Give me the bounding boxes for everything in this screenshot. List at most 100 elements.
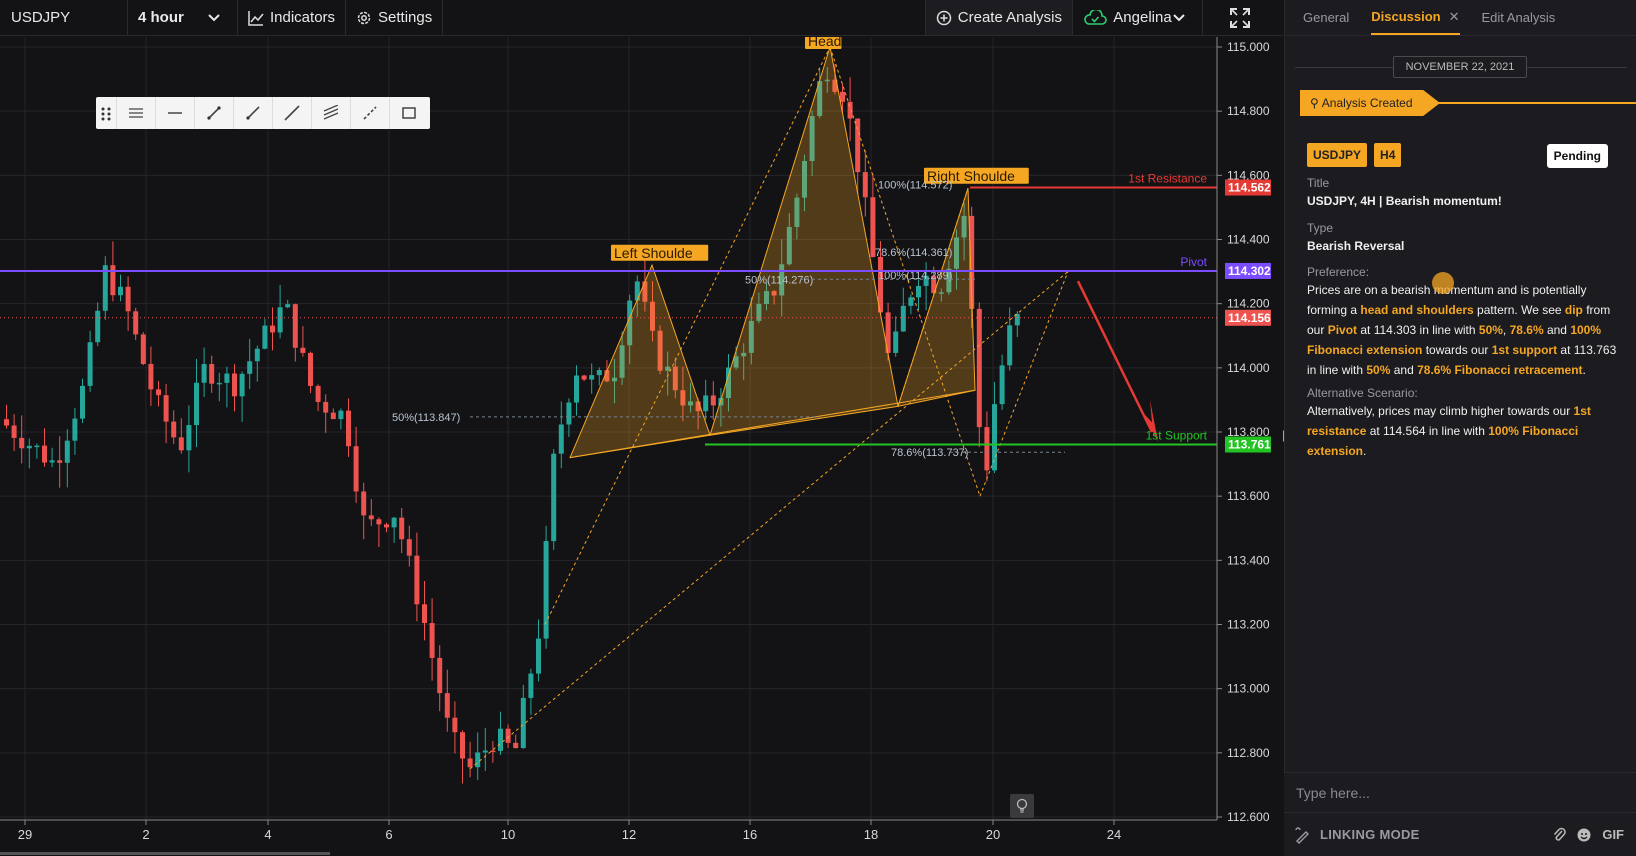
chart-scrollbar[interactable] <box>0 852 330 855</box>
text-run: at 114.564 in line with <box>1366 424 1489 438</box>
pattern-region[interactable] <box>709 46 899 436</box>
close-tab-icon[interactable]: ✕ <box>1449 9 1460 24</box>
indicators-button[interactable]: Indicators <box>238 0 347 35</box>
candle-body <box>308 352 313 386</box>
price-tick-label: 115.000 <box>1227 40 1270 54</box>
candle-body <box>277 307 283 333</box>
link-pen-icon <box>1295 826 1309 844</box>
symbol-selector[interactable]: USDJPY <box>0 0 128 35</box>
date-tick-label: 16 <box>743 827 757 842</box>
chat-input[interactable] <box>1284 773 1636 812</box>
chat-input-box[interactable] <box>1284 772 1636 812</box>
price-tick-label: 113.600 <box>1227 489 1270 503</box>
banner-line <box>1438 102 1636 104</box>
horizontal-line-tool[interactable] <box>155 97 194 129</box>
candle-body <box>171 421 177 438</box>
tab-general[interactable]: General <box>1303 10 1349 35</box>
candle-body <box>855 118 861 173</box>
date-separator: NOVEMBER 22, 2021 <box>1285 56 1636 78</box>
head-and-shoulders-pattern[interactable]: Left ShouldeHeadRight Shoulde50%(113.847… <box>392 37 1158 770</box>
create-analysis-button[interactable]: Create Analysis <box>925 0 1073 35</box>
candle-body <box>224 373 230 383</box>
support-level-label: 1st Support <box>1146 429 1208 443</box>
candle-body <box>148 363 154 390</box>
candle-body <box>710 395 716 406</box>
symbol-tag[interactable]: USDJPY <box>1307 143 1368 167</box>
pattern-region[interactable] <box>569 263 711 459</box>
trend-line-tool[interactable] <box>194 97 233 129</box>
emoji-icon[interactable] <box>1576 827 1592 843</box>
rectangle-tool[interactable] <box>389 97 428 129</box>
pattern-region[interactable] <box>897 188 976 407</box>
horizontal-line-icon <box>168 112 182 114</box>
candle-body <box>847 101 853 119</box>
discussion-panel: General Discussion ✕ Edit Analysis NOVEMB… <box>1284 0 1636 856</box>
gif-button[interactable]: GIF <box>1602 827 1624 842</box>
date-tick-label: 10 <box>501 827 515 842</box>
paperclip-icon[interactable] <box>1552 827 1567 843</box>
candle-body <box>482 750 488 753</box>
text-run: Alternatively, prices may climb higher t… <box>1307 404 1574 418</box>
ray-tool[interactable] <box>233 97 272 129</box>
tab-discussion[interactable]: Discussion ✕ <box>1371 9 1460 35</box>
drag-handle-tool[interactable] <box>96 97 116 129</box>
title-value: USDJPY, 4H | Bearish momentum! <box>1307 194 1502 208</box>
price-tick-label: 113.400 <box>1227 553 1270 567</box>
settings-button[interactable]: Settings <box>346 0 444 35</box>
idea-button[interactable] <box>1010 794 1034 818</box>
candle-body <box>422 604 427 624</box>
candle-body <box>406 539 412 556</box>
fullscreen-button[interactable] <box>1203 0 1283 35</box>
candle-body <box>437 657 443 694</box>
fib-tool-icon <box>363 106 377 120</box>
candle-body <box>976 308 982 428</box>
indicators-label: Indicators <box>270 9 336 26</box>
pattern-label[interactable]: Left Shoulde <box>611 244 709 261</box>
candle-body <box>292 304 298 348</box>
text-run: . <box>1582 363 1586 377</box>
pattern-label[interactable]: Head <box>805 37 841 49</box>
tab-general-label: General <box>1303 10 1350 25</box>
candle-body <box>247 361 253 374</box>
candle-body <box>87 342 93 386</box>
price-axis[interactable]: 115.000114.800114.600114.400114.200114.0… <box>1216 37 1271 824</box>
tab-edit-analysis[interactable]: Edit Analysis <box>1482 10 1556 35</box>
date-tick-label: 20 <box>986 827 1000 842</box>
candle-body <box>574 375 579 403</box>
interval-selector[interactable]: 4 hour <box>128 0 238 35</box>
date-tick-label: 18 <box>864 827 878 842</box>
date-axis[interactable]: 29 2 4 6 10 12 16 18 20 24 <box>0 819 1217 842</box>
linking-mode-label: LINKING MODE <box>1320 827 1420 842</box>
candle-body <box>520 697 526 749</box>
candle-body <box>399 517 405 540</box>
candle-body <box>201 364 207 383</box>
candle-body <box>551 453 557 542</box>
linking-mode-toggle[interactable]: LINKING MODE <box>1294 826 1420 844</box>
price-chart[interactable]: Left ShouldeHeadRight Shoulde50%(113.847… <box>0 37 1283 856</box>
current-price-tag: 114.156 <box>1228 311 1271 325</box>
user-menu[interactable]: Angelina <box>1073 0 1203 35</box>
price-tick-label: 114.400 <box>1227 233 1270 247</box>
candle-body <box>536 638 541 674</box>
alternative-scenario-text: Alternatively, prices may climb higher t… <box>1307 401 1617 461</box>
candle-body <box>589 375 595 380</box>
highlight-term: dip <box>1564 303 1583 317</box>
panel-footer: LINKING MODE GIF <box>1284 812 1636 856</box>
extended-line-tool[interactable] <box>272 97 311 129</box>
user-name: Angelina <box>1113 9 1172 26</box>
chart-area[interactable]: Left Shoulde Head Right Shoulde 50%(113.847… <box>0 37 1283 856</box>
price-tick-label: 114.800 <box>1227 104 1270 118</box>
price-tick-label: 112.600 <box>1227 810 1270 824</box>
candle-body <box>72 418 78 441</box>
candle-body <box>80 385 85 419</box>
fib-tool-tool[interactable] <box>350 97 389 129</box>
timeframe-tag[interactable]: H4 <box>1374 143 1402 167</box>
lines-menu-tool[interactable] <box>116 97 155 129</box>
candle-body <box>566 402 572 425</box>
candle-body <box>133 311 139 335</box>
parallel-channel-tool[interactable] <box>311 97 350 129</box>
fib-level-label: 78.6%(114.361) <box>875 247 952 259</box>
highlight-term: 50% <box>1366 363 1391 377</box>
preference-label: Preference: <box>1307 265 1370 279</box>
date-tick-label: 2 <box>142 827 149 842</box>
